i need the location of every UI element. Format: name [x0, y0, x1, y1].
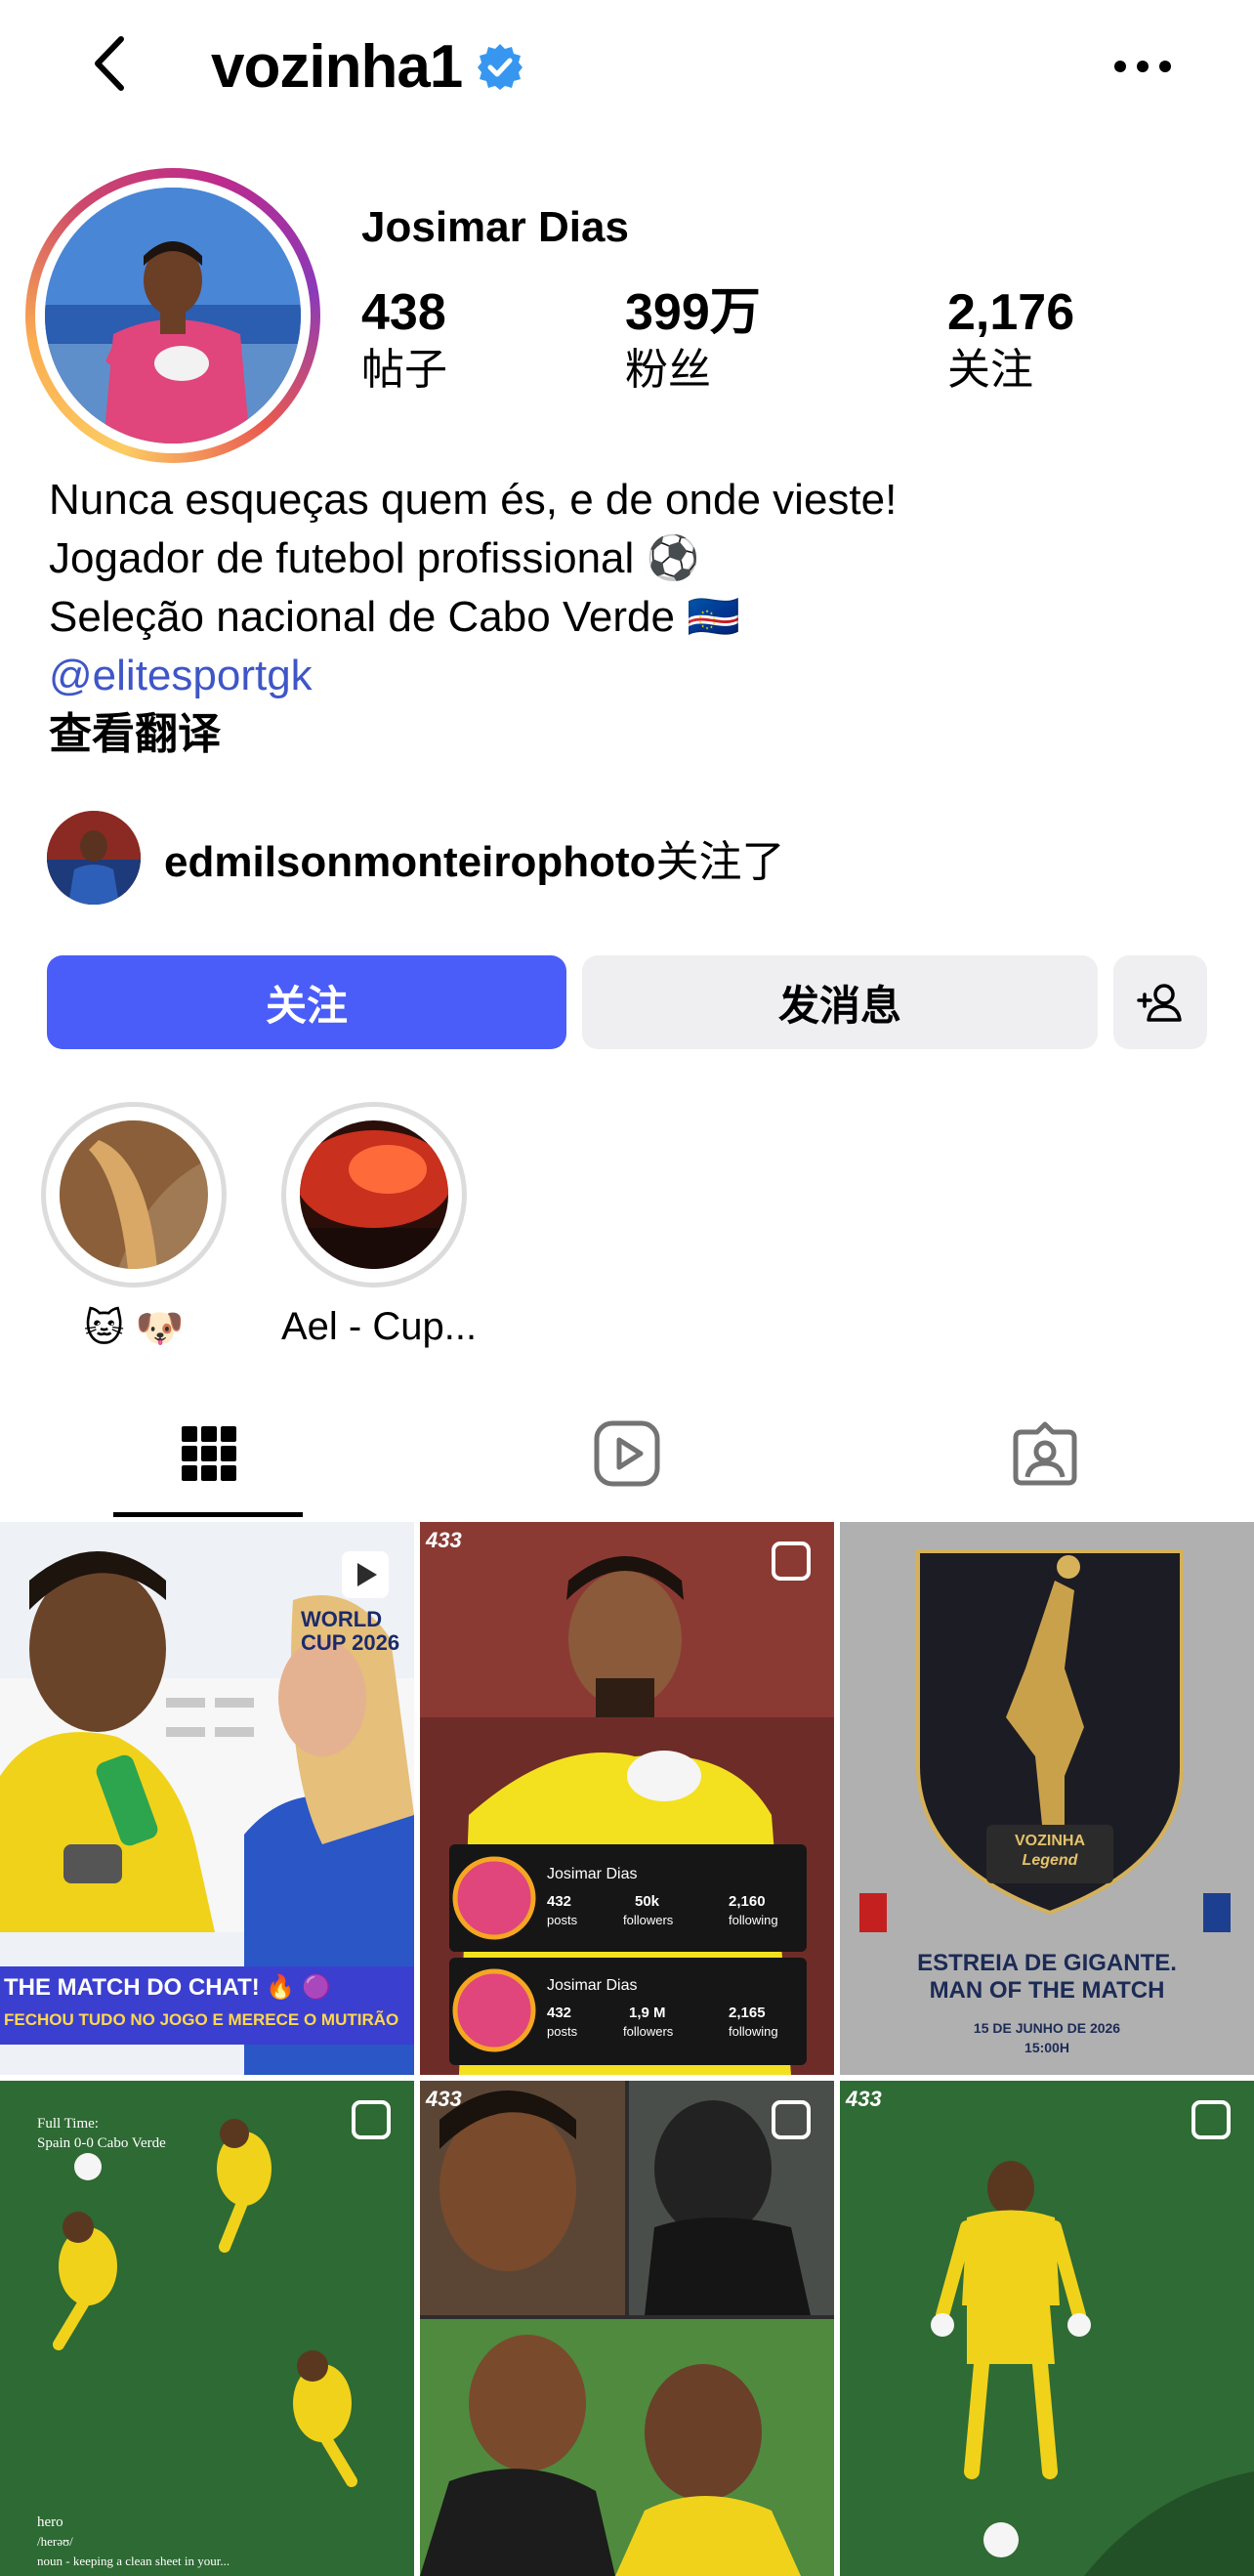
following-stat[interactable]: 2,176 关注	[947, 283, 1074, 399]
post-tile[interactable]: 433	[840, 2081, 1254, 2576]
follow-button[interactable]: 关注	[47, 955, 566, 1049]
message-button[interactable]: 发消息	[582, 955, 1098, 1049]
chevron-left-icon[interactable]	[78, 29, 146, 98]
active-tab-indicator	[113, 1512, 303, 1517]
stats-card-followers-label: followers	[623, 1913, 674, 1927]
highlight-ring	[41, 1102, 227, 1288]
highlight-label: Ael - Cup...	[281, 1305, 478, 1348]
post-tile[interactable]: 433 Josimar Dias 432 posts 50k followers…	[420, 1522, 834, 2075]
avatar-photo-art	[45, 188, 301, 443]
stats-card-posts-label: posts	[547, 1913, 578, 1927]
highlight-ael-cup[interactable]: Ael - Cup...	[281, 1102, 478, 1349]
tab-reels[interactable]	[418, 1387, 836, 1520]
stats-card-name: Josimar Dias	[547, 1977, 638, 1994]
username: vozinha1	[211, 32, 463, 101]
post-word: hero	[37, 2514, 63, 2530]
post-caption-top: Full Time:	[37, 2116, 99, 2132]
bio-line: Seleção nacional de Cabo Verde 🇨🇻	[49, 593, 740, 641]
followed-by-username[interactable]: edmilsonmonteirophoto	[164, 838, 656, 886]
post-tile[interactable]: THE MATCH DO CHAT! 🔥 🟣 FECHOU TUDO NO JO…	[0, 1522, 414, 2075]
following-count: 2,176	[947, 284, 1075, 341]
post-definition: noun - keeping a clean sheet in your...	[37, 2554, 230, 2568]
brand-433: 433	[426, 1528, 462, 1552]
highlight-cover-art	[60, 1120, 208, 1269]
brand-433: 433	[426, 2087, 462, 2111]
post-image	[0, 2081, 414, 2576]
avatar-ring-gap	[35, 178, 311, 453]
see-translation-link[interactable]: 查看翻译	[49, 705, 1221, 764]
posts-count: 438	[361, 284, 446, 341]
bio: Nunca esqueças quem és, e de onde vieste…	[49, 471, 1221, 764]
tab-tagged[interactable]	[836, 1387, 1254, 1520]
tab-posts-grid[interactable]	[0, 1387, 418, 1520]
posts-stat[interactable]: 438 帖子	[361, 283, 447, 399]
post-score: Spain 0-0 Cabo Verde	[37, 2135, 166, 2151]
bio-line: Jogador de futebol profissional ⚽	[49, 534, 700, 582]
highlight-cover	[60, 1120, 208, 1269]
followers-stat[interactable]: 399万 粉丝	[625, 283, 761, 399]
stats-card-following: 2,165	[729, 2005, 766, 2021]
stats-card-posts: 432	[547, 2005, 572, 2021]
followers-label: 粉丝	[625, 346, 711, 394]
post-tile[interactable]: 433	[420, 2081, 834, 2576]
username-header: vozinha1	[211, 27, 524, 106]
highlight-ring	[281, 1102, 467, 1288]
bio-line: Nunca esqueças quem és, e de onde vieste…	[49, 476, 898, 524]
followed-by-suffix: 关注了	[655, 838, 785, 886]
brand-433: 433	[846, 2087, 882, 2111]
stats-card-following: 2,160	[729, 1893, 766, 1910]
follower-avatar	[47, 811, 141, 905]
highlight-cover	[300, 1120, 448, 1269]
post-image	[840, 2081, 1254, 2576]
stats-card-followers: 1,9 M	[629, 2005, 666, 2021]
post-date: 15 DE JUNHO DE 2026	[973, 2020, 1121, 2036]
followers-count: 399万	[625, 284, 761, 341]
trophy-name: VOZINHA	[1015, 1833, 1085, 1849]
followed-by-text: edmilsonmonteirophoto关注了	[164, 826, 785, 889]
more-horizontal-icon[interactable]	[1104, 37, 1182, 96]
post-tile[interactable]: VOZINHA Legend ESTREIA DE GIGANTE. MAN O…	[840, 1522, 1254, 2075]
suggest-users-button[interactable]	[1113, 955, 1207, 1049]
post-headline: ESTREIA DE GIGANTE.	[917, 1950, 1177, 1976]
post-headline-2: MAN OF THE MATCH	[929, 1977, 1165, 2004]
person-add-icon	[1137, 984, 1182, 1022]
post-banner-subtitle: FECHOU TUDO NO JOGO E MERECE O MUTIRÃO	[4, 2010, 399, 2029]
stats-card-followers: 50k	[635, 1893, 660, 1910]
follower-avatar-art	[47, 811, 141, 905]
stats-card-posts-label: posts	[547, 2024, 578, 2039]
top-bar: vozinha1	[0, 0, 1254, 137]
highlight-label: 🐱 🐶	[83, 1307, 185, 1350]
stats-card-followers-label: followers	[623, 2024, 674, 2039]
stats-card-name: Josimar Dias	[547, 1866, 638, 1882]
stats-card-following-label: following	[729, 2024, 778, 2039]
bio-mention-link[interactable]: @elitesportgk	[49, 647, 1221, 705]
stats-card-following-label: following	[729, 1913, 778, 1927]
highlight-cover-art	[300, 1120, 448, 1269]
posts-label: 帖子	[361, 346, 447, 394]
verified-badge-icon	[478, 44, 523, 90]
followed-by-row[interactable]: edmilsonmonteirophoto关注了	[47, 809, 785, 907]
highlight-pets[interactable]: 🐱 🐶	[41, 1102, 227, 1351]
following-label: 关注	[947, 346, 1033, 394]
display-name: Josimar Dias	[361, 203, 629, 251]
stats-card-posts: 432	[547, 1893, 572, 1910]
world-cup-logo-text: WORLD CUP 2026	[301, 1607, 400, 1655]
post-phonetic: /herəʊ/	[37, 2534, 73, 2549]
post-image	[420, 2081, 834, 2576]
tagged-icon	[1013, 1421, 1077, 1486]
profile-tabs	[0, 1387, 1254, 1520]
grid-icon	[182, 1426, 236, 1481]
post-banner-title: THE MATCH DO CHAT! 🔥 🟣	[4, 1974, 331, 2001]
reels-icon	[594, 1420, 660, 1487]
profile-avatar-story-ring[interactable]	[25, 168, 320, 463]
trophy-subtitle: Legend	[1022, 1852, 1078, 1869]
posts-grid: THE MATCH DO CHAT! 🔥 🟣 FECHOU TUDO NO JO…	[0, 1522, 1254, 2576]
avatar	[45, 188, 301, 443]
post-time: 15:00H	[1024, 2040, 1069, 2055]
post-tile[interactable]: Full Time: Spain 0-0 Cabo Verde hero /he…	[0, 2081, 414, 2576]
